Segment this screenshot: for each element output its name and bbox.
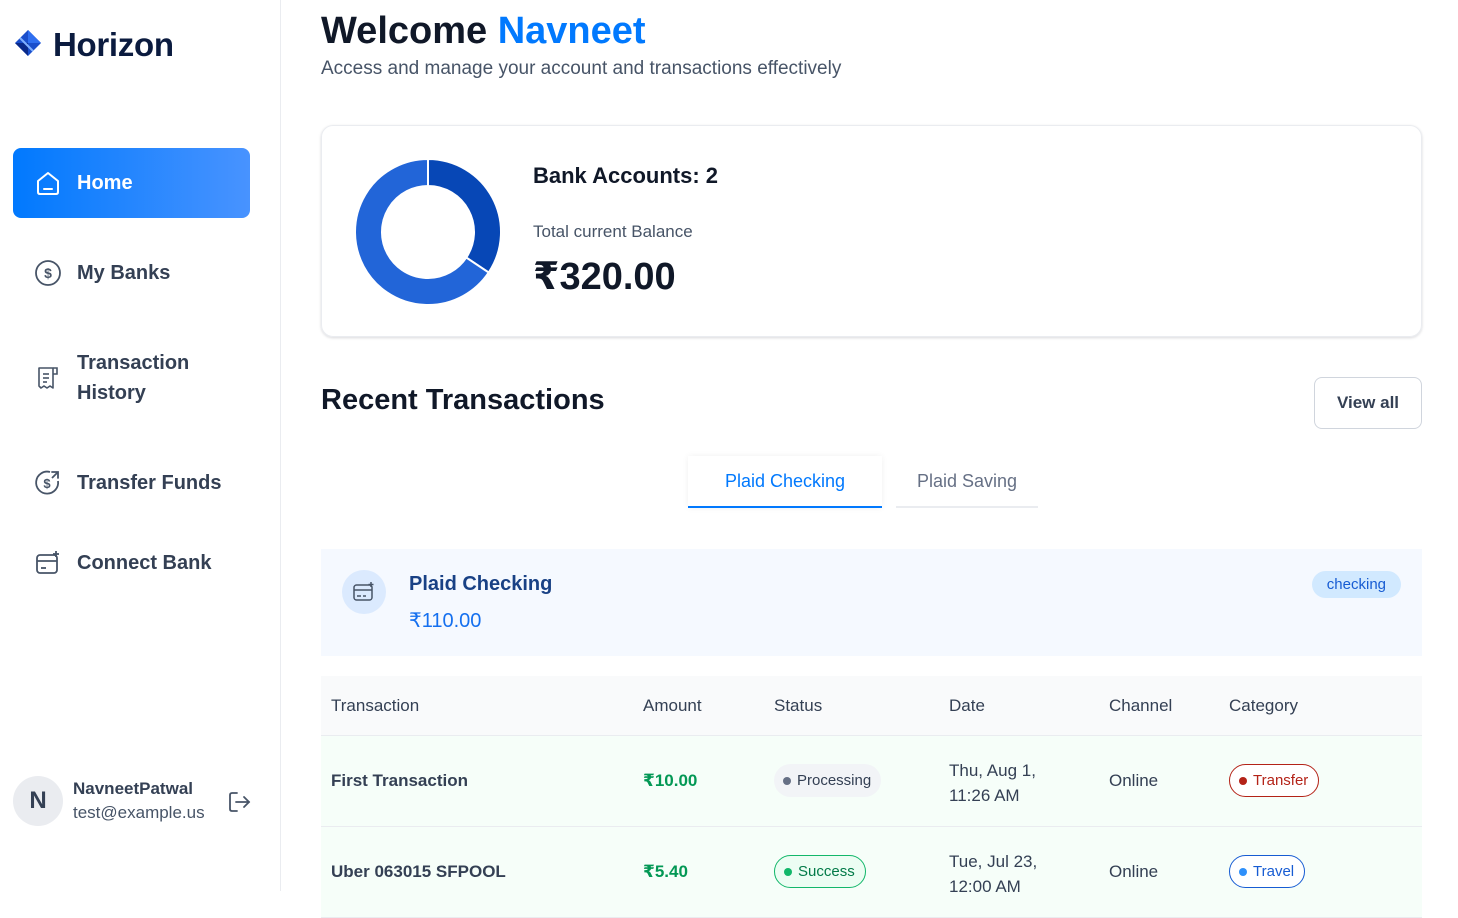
status-label: Processing xyxy=(797,772,872,789)
sidebar-item-transaction-history[interactable]: Transaction History xyxy=(13,338,250,418)
date-line: Tue, Jul 23, xyxy=(949,852,1038,871)
category-badge: Transfer xyxy=(1229,764,1320,797)
sidebar-item-label: Connect Bank xyxy=(77,551,212,574)
brand[interactable]: Horizon xyxy=(13,26,174,64)
bank-info-card[interactable]: Plaid Checking ₹110.00 checking xyxy=(321,549,1422,656)
status-badge: Success xyxy=(774,855,866,888)
welcome-text: Welcome xyxy=(321,10,488,52)
transaction-channel: Online xyxy=(1109,862,1159,881)
label-line-1: Transaction xyxy=(77,352,190,374)
time-line: 12:00 AM xyxy=(949,877,1021,896)
tab-plaid-saving[interactable]: Plaid Saving xyxy=(896,456,1038,508)
total-balance-value: ₹320.00 xyxy=(533,256,676,298)
transactions-table: Transaction Amount Status Date Channel C… xyxy=(321,676,1422,918)
sidebar-item-home[interactable]: Home xyxy=(13,148,250,218)
column-header-category: Category xyxy=(1229,696,1298,715)
bank-name: Plaid Checking xyxy=(409,573,553,595)
logout-icon[interactable] xyxy=(226,789,252,820)
column-header-transaction: Transaction xyxy=(331,696,420,715)
money-send-icon: $ xyxy=(33,468,63,498)
view-all-button[interactable]: View all xyxy=(1314,377,1422,429)
table-header: Transaction Amount Status Date Channel C… xyxy=(321,676,1422,736)
page-subtitle: Access and manage your account and trans… xyxy=(321,58,842,79)
avatar[interactable]: N xyxy=(13,776,63,826)
brand-title: Horizon xyxy=(53,26,174,63)
user-name: NavneetPatwal xyxy=(73,779,193,798)
column-header-channel: Channel xyxy=(1109,696,1173,715)
transaction-amount: ₹5.40 xyxy=(643,862,688,881)
time-line: 11:26 AM xyxy=(949,786,1020,805)
user-first-name: Navneet xyxy=(497,10,646,52)
status-dot-icon xyxy=(783,776,791,785)
bank-tabs: Plaid Checking Plaid Saving xyxy=(688,456,1038,508)
connect-bank-icon xyxy=(33,548,63,578)
category-badge: Travel xyxy=(1229,855,1306,888)
dollar-circle-icon: $ xyxy=(33,258,63,288)
column-header-date: Date xyxy=(949,696,985,715)
recent-transactions-title: Recent Transactions xyxy=(321,384,605,416)
column-header-amount: Amount xyxy=(643,696,702,715)
balance-donut-chart xyxy=(354,158,502,306)
svg-text:$: $ xyxy=(44,265,52,281)
sidebar-item-label: My Banks xyxy=(77,261,171,284)
sidebar-item-label: Home xyxy=(77,171,133,194)
category-dot-icon xyxy=(1239,776,1247,785)
credit-card-icon xyxy=(342,570,386,614)
status-dot-icon xyxy=(784,867,792,876)
home-icon xyxy=(33,168,63,198)
sidebar-item-label: Transfer Funds xyxy=(77,471,222,494)
horizon-logo-icon xyxy=(13,28,43,63)
donut-segment-0 xyxy=(427,158,502,274)
page-title: Welcome Navneet xyxy=(321,10,646,53)
user-email: test@example.us xyxy=(73,803,205,822)
sidebar-item-my-banks[interactable]: $ My Banks xyxy=(13,238,250,308)
table-row[interactable]: First Transaction ₹10.00 Processing Thu,… xyxy=(321,736,1422,827)
category-label: Travel xyxy=(1253,863,1295,880)
transaction-amount: ₹10.00 xyxy=(643,771,698,790)
table-row[interactable]: Uber 063015 SFPOOL ₹5.40 Success Tue, Ju… xyxy=(321,827,1422,918)
total-balance-label: Total current Balance xyxy=(533,222,693,241)
receipt-icon xyxy=(33,363,63,393)
total-balance-card: Bank Accounts: 2 Total current Balance ₹… xyxy=(321,125,1422,337)
user-info: NavneetPatwal test@example.us xyxy=(73,779,205,823)
transaction-name: Uber 063015 SFPOOL xyxy=(331,862,506,881)
transaction-channel: Online xyxy=(1109,771,1159,790)
category-dot-icon xyxy=(1239,867,1247,876)
status-label: Success xyxy=(798,863,855,880)
sidebar-item-label: Transaction History xyxy=(77,348,189,408)
bank-balance: ₹110.00 xyxy=(409,610,482,632)
svg-text:$: $ xyxy=(43,476,51,491)
date-line: Thu, Aug 1, xyxy=(949,761,1036,780)
transaction-date: Thu, Aug 1, 11:26 AM xyxy=(949,758,1036,808)
sidebar-item-transfer-funds[interactable]: $ Transfer Funds xyxy=(13,448,250,518)
main-content: Welcome Navneet Access and manage your a… xyxy=(321,0,1422,918)
transaction-date: Tue, Jul 23, 12:00 AM xyxy=(949,849,1037,899)
sidebar: Horizon Home $ My Banks Transaction Hist… xyxy=(0,0,281,891)
status-badge: Processing xyxy=(774,764,882,797)
user-profile: N NavneetPatwal test@example.us xyxy=(13,775,253,827)
category-label: Transfer xyxy=(1253,772,1309,789)
column-header-status: Status xyxy=(774,696,823,715)
tab-plaid-checking[interactable]: Plaid Checking xyxy=(688,456,882,508)
transaction-name: First Transaction xyxy=(331,771,468,790)
bank-accounts-count: Bank Accounts: 2 xyxy=(533,163,719,188)
sidebar-item-connect-bank[interactable]: Connect Bank xyxy=(13,528,250,598)
label-line-2: History xyxy=(77,382,146,404)
account-type-badge: checking xyxy=(1311,571,1401,598)
